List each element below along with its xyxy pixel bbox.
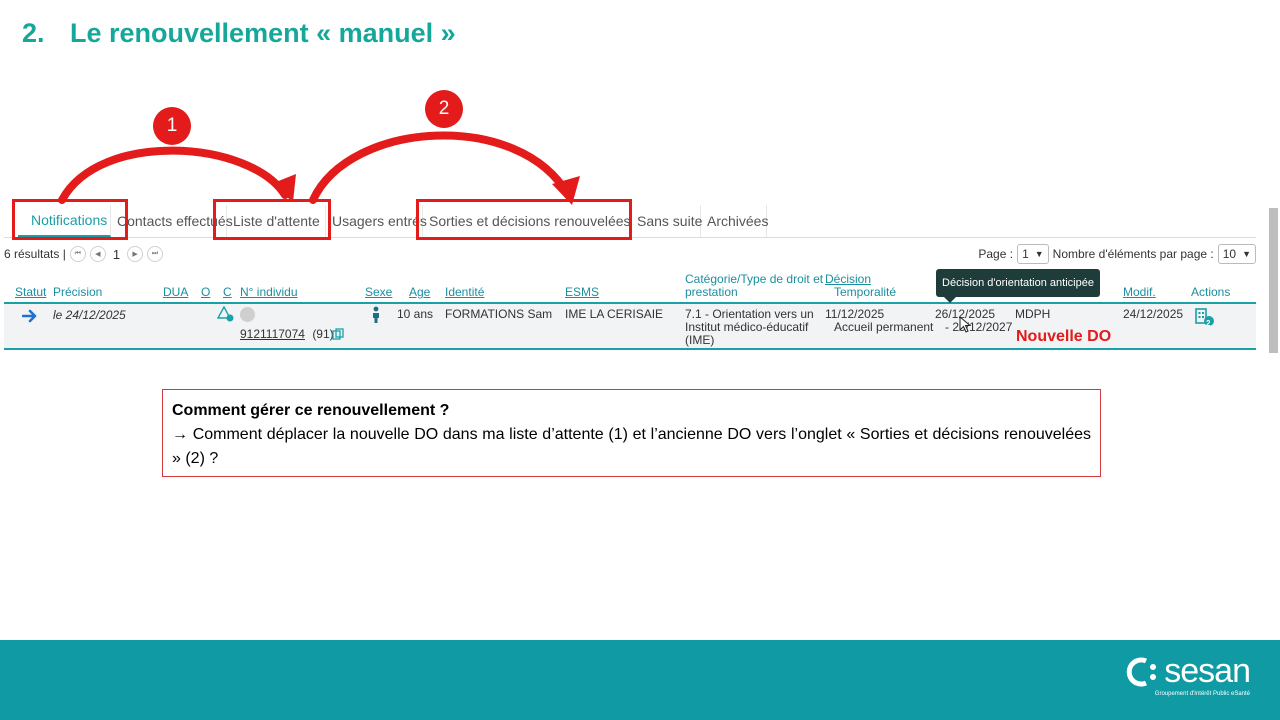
tab-sans-suite[interactable]: Sans suite — [631, 205, 702, 237]
logo-mark-icon — [1127, 657, 1157, 686]
page-controls: Page : 1 ▼ Nombre d'éléments par page : 1… — [978, 244, 1256, 264]
cursor-icon — [959, 316, 972, 333]
first-page-icon[interactable]: ⏮ — [69, 246, 86, 262]
col-actions: Actions — [1191, 285, 1231, 299]
individu-dept: (91) — [312, 327, 334, 341]
col-dua[interactable]: DUA — [163, 286, 188, 299]
chevron-down-icon: ▼ — [1034, 249, 1044, 259]
question-title: Comment gérer ce renouvellement ? — [172, 402, 450, 419]
slide-title-text: Le renouvellement « manuel » — [70, 18, 456, 48]
annotation-badge-2: 2 — [425, 90, 463, 128]
col-categorie-line2: prestation — [685, 285, 738, 299]
last-page-icon[interactable]: ⏭ — [147, 246, 164, 262]
col-esms[interactable]: ESMS — [565, 286, 599, 299]
row-precision: le 24/12/2025 — [53, 308, 126, 322]
col-decision-line2: Temporalité — [834, 285, 897, 299]
arrow-right-icon[interactable] — [22, 309, 38, 323]
warning-icon — [217, 306, 234, 322]
person-icon — [373, 306, 379, 323]
row-dates: 26/12/2025 - 25/12/2027 — [935, 308, 1012, 334]
col-c[interactable]: C — [223, 286, 232, 299]
tab-usagers-entres[interactable]: Usagers entrés — [326, 205, 427, 237]
building-icon[interactable] — [1193, 305, 1215, 327]
annotation-arrows — [58, 131, 580, 205]
row-divider — [4, 348, 1256, 350]
col-age[interactable]: Age — [409, 286, 430, 299]
col-modif[interactable]: Modif. — [1123, 286, 1156, 299]
page-select-value: 1 — [1022, 247, 1029, 261]
col-sexe[interactable]: Sexe — [365, 286, 392, 299]
arrow-right-icon: → — [172, 426, 188, 443]
row-age: 10 ans — [397, 307, 434, 321]
row-categorie-line3: (IME) — [685, 333, 715, 347]
question-text: → Comment déplacer la nouvelle DO dans m… — [172, 423, 1091, 471]
col-statut[interactable]: Statut — [15, 286, 46, 299]
slide-number: 2. — [22, 18, 45, 48]
tab-archivees[interactable]: Archivées — [701, 205, 768, 237]
vertical-scrollbar[interactable] — [1269, 208, 1278, 353]
tooltip: Décision d'orientation anticipée — [936, 269, 1100, 303]
prev-page-icon[interactable]: ◀ — [89, 246, 106, 262]
col-individu[interactable]: N° individu — [240, 286, 298, 299]
highlight-box-liste-attente — [213, 199, 331, 240]
results-count: 6 résultats | — [4, 247, 66, 261]
row-individu: 9121117074 (91) — [240, 328, 334, 341]
row-modif: 24/12/2025 — [1123, 307, 1184, 321]
sesan-logo: sesan Groupement d'Intérêt Public eSanté — [1124, 652, 1251, 697]
per-page-select[interactable]: 10 ▼ — [1217, 244, 1256, 264]
row-source: MDPH — [1015, 307, 1051, 321]
row-decision-temp: Accueil permanent — [834, 320, 934, 334]
row-categorie: 7.1 - Orientation vers un Institut médic… — [685, 308, 814, 347]
individu-link[interactable]: 9121117074 — [240, 327, 305, 341]
col-decision: Décision Temporalité — [825, 273, 896, 299]
nouvelle-do-label: Nouvelle DO — [1016, 328, 1112, 345]
highlight-box-notifications — [12, 199, 128, 240]
actions-count-badge: 2 — [1206, 319, 1211, 328]
row-esms: IME LA CERISAIE — [565, 307, 664, 321]
row-identite: FORMATIONS Sam — [445, 307, 553, 321]
logo-text: sesan — [1164, 652, 1251, 690]
row-decision: 11/12/2025 Accueil permanent — [825, 308, 933, 334]
next-page-icon[interactable]: ▶ — [127, 246, 144, 262]
row-date-end: - 25/12/2027 — [945, 320, 1013, 334]
logo-tagline: Groupement d'Intérêt Public eSanté — [1154, 691, 1250, 697]
col-identite[interactable]: Identité — [445, 286, 484, 299]
tab-bar: Notifications Contacts effectués Liste d… — [18, 205, 768, 237]
col-precision: Précision — [53, 285, 103, 299]
slide-title: 2. Le renouvellement « manuel » — [22, 18, 456, 49]
question-box: Comment gérer ce renouvellement ? → Comm… — [162, 389, 1101, 477]
col-o[interactable]: O — [201, 286, 210, 299]
results-bar: 6 résultats | ⏮ ◀ 1 ▶ ⏭ — [4, 246, 164, 262]
footer-band: sesan Groupement d'Intérêt Public eSanté — [0, 640, 1280, 720]
status-dot — [240, 307, 255, 322]
copy-icon[interactable] — [332, 328, 344, 340]
per-page-label: Nombre d'éléments par page : — [1052, 247, 1214, 261]
col-categorie: Catégorie/Type de droit et prestation — [685, 273, 823, 299]
page-select[interactable]: 1 ▼ — [1017, 244, 1049, 264]
highlight-box-sorties — [416, 199, 632, 240]
question-body: Comment déplacer la nouvelle DO dans ma … — [172, 426, 1091, 467]
logo-brand: sesan — [1124, 652, 1251, 691]
annotation-badge-1: 1 — [153, 107, 191, 145]
page-label: Page : — [978, 247, 1014, 261]
chevron-down-icon: ▼ — [1242, 249, 1251, 259]
per-page-select-value: 10 — [1222, 247, 1237, 261]
current-page[interactable]: 1 — [110, 247, 123, 262]
tab-contacts-effectues[interactable]: Contacts effectués — [111, 205, 233, 237]
